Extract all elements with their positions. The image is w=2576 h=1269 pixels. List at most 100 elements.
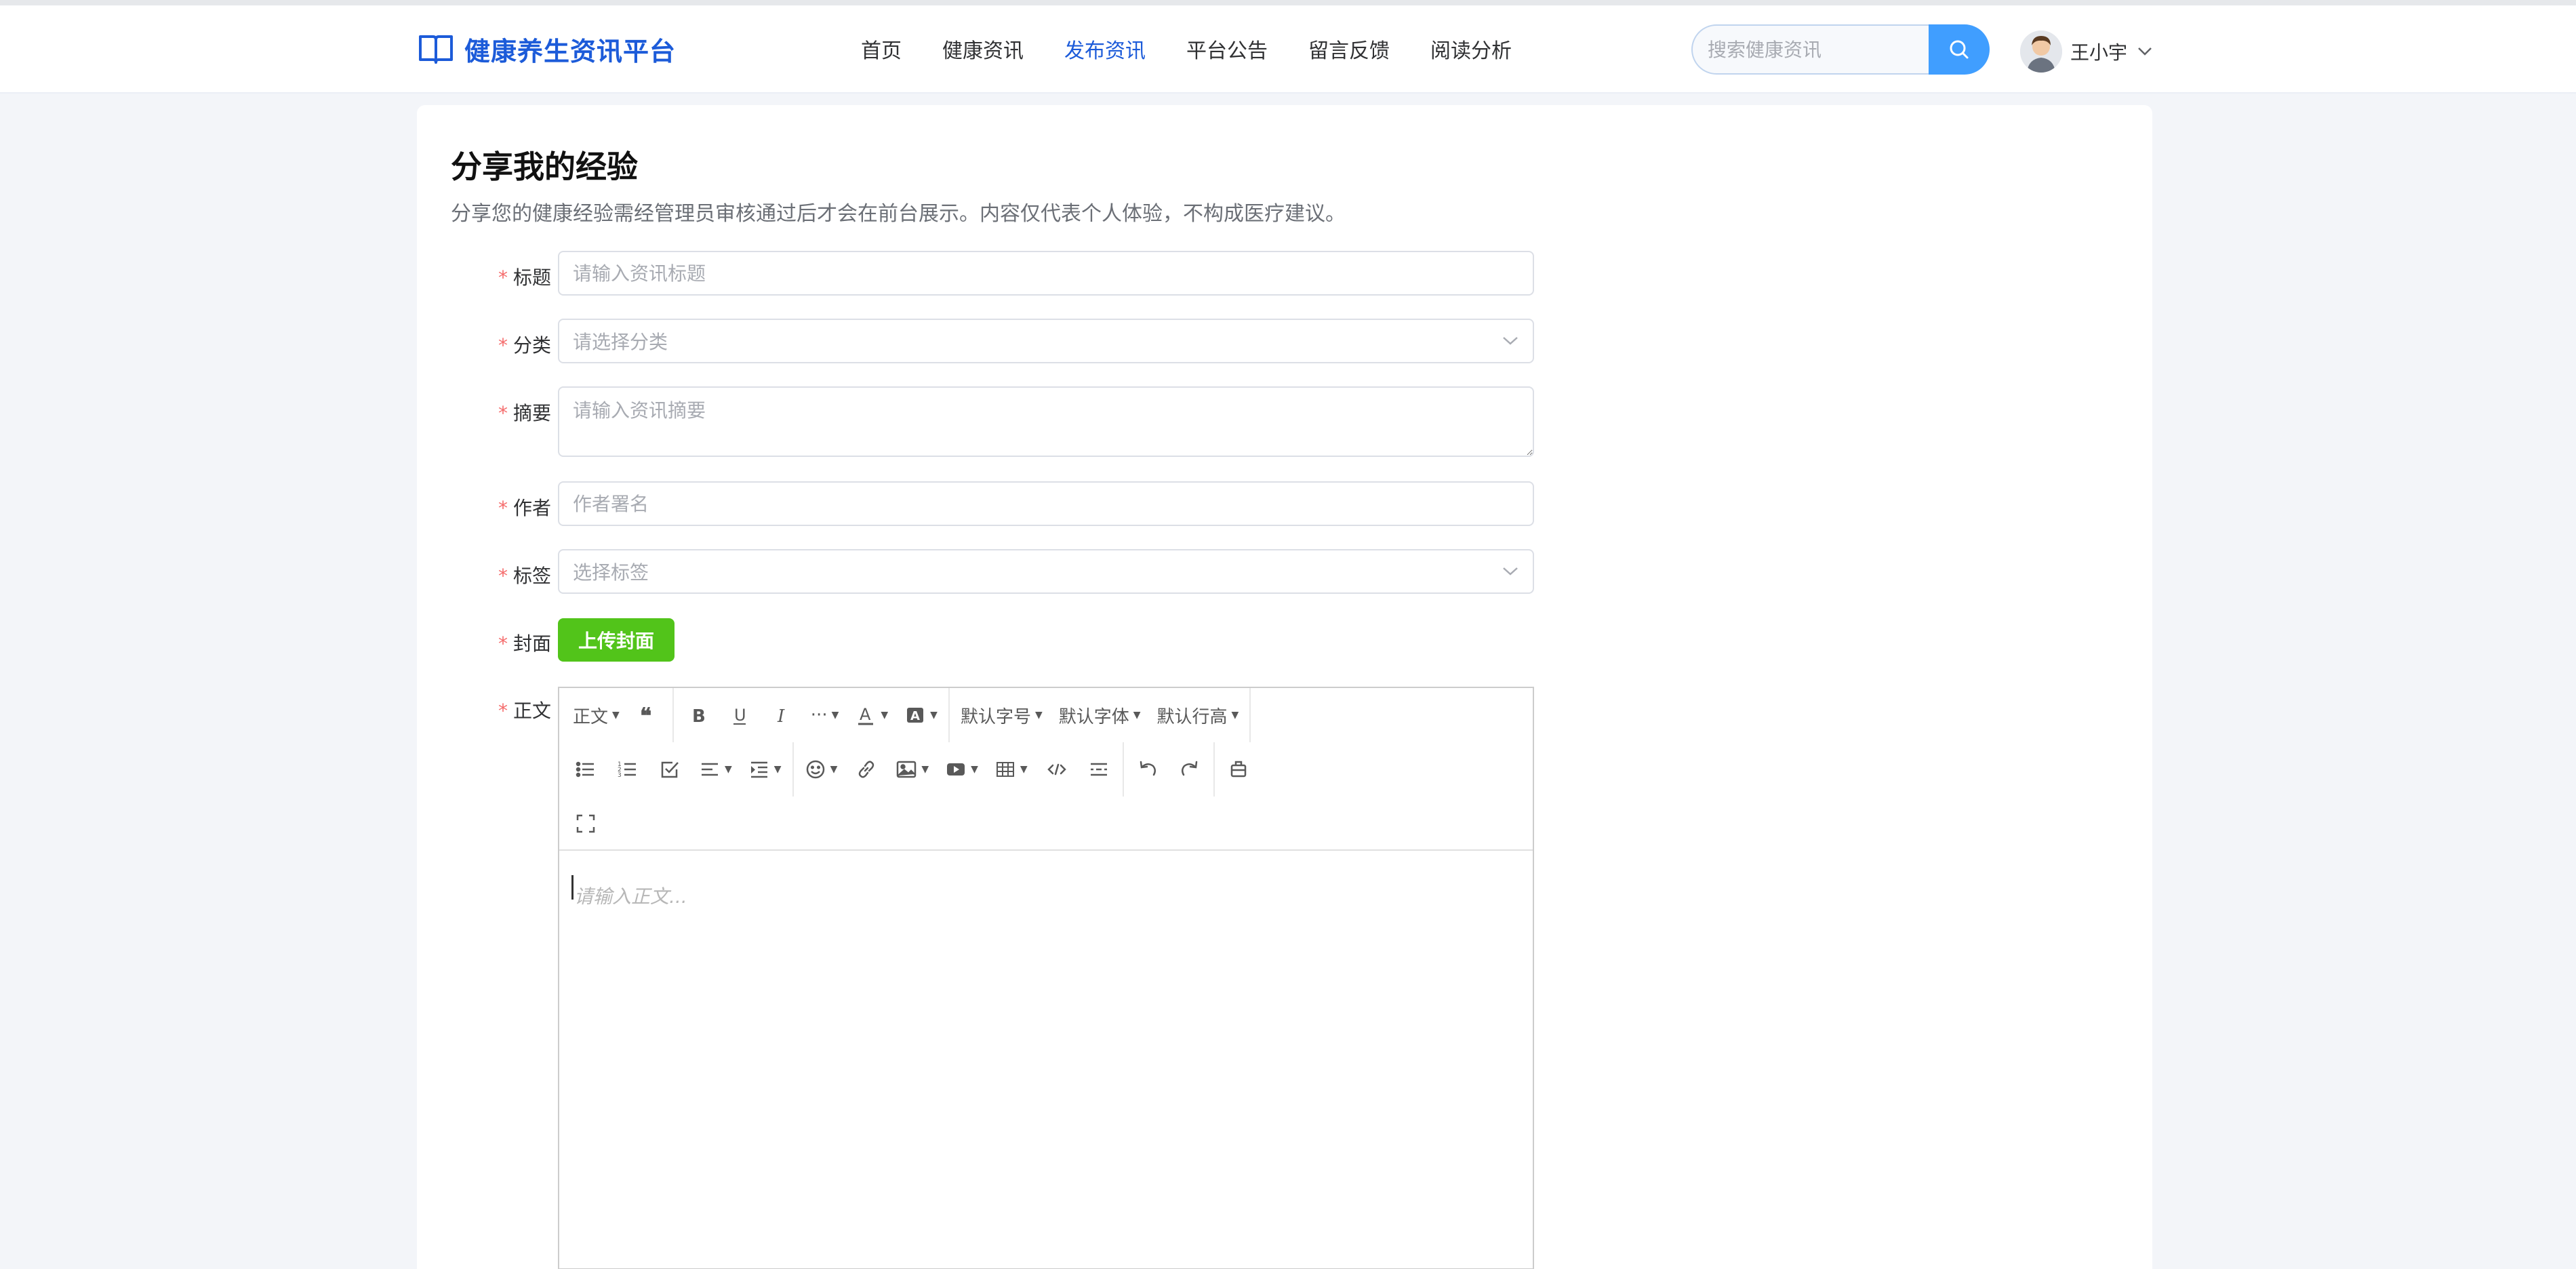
nav-publish[interactable]: 发布资讯	[1064, 35, 1146, 68]
redo-icon	[1181, 761, 1197, 776]
bold-button[interactable]: B	[677, 695, 719, 736]
background-color-button[interactable]: A ▼	[896, 695, 946, 736]
site-name: 健康养生资讯平台	[464, 36, 677, 66]
quote-icon: ❝	[640, 704, 651, 726]
divider-button[interactable]	[1078, 749, 1120, 790]
nav-home[interactable]: 首页	[861, 35, 902, 68]
upload-cover-button[interactable]: 上传封面	[558, 618, 675, 662]
required-star: *	[498, 700, 508, 722]
summary-textarea[interactable]	[558, 386, 1534, 457]
search-icon	[1950, 40, 1969, 59]
video-button[interactable]: ▼	[937, 749, 986, 790]
align-button[interactable]: ▼	[691, 749, 740, 790]
search-input[interactable]	[1691, 24, 1929, 75]
svg-text:U: U	[734, 706, 746, 725]
undo-button[interactable]	[1127, 749, 1169, 790]
image-button[interactable]: ▼	[887, 749, 937, 790]
clear-format-button[interactable]	[1217, 749, 1260, 790]
bulleted-list-icon	[576, 761, 594, 778]
numbered-list-icon: 123	[618, 761, 636, 779]
category-placeholder: 请选择分类	[573, 331, 668, 353]
svg-text:A: A	[910, 709, 920, 723]
site-logo[interactable]: 健康养生资讯平台	[418, 30, 676, 68]
table-icon	[996, 762, 1014, 777]
required-star: *	[498, 334, 508, 357]
toolbar-divider	[792, 742, 794, 797]
indent-button[interactable]: ▼	[740, 749, 790, 790]
more-styles-button[interactable]: ··· ▼	[803, 695, 847, 736]
blockquote-button[interactable]: ❝	[628, 695, 670, 736]
bold-icon: B	[692, 706, 706, 726]
highlight-icon: A	[907, 708, 924, 723]
fullscreen-icon	[576, 814, 595, 833]
required-star: *	[498, 402, 508, 424]
text-cursor	[571, 875, 573, 900]
horizontal-rule-icon	[1090, 763, 1107, 776]
book-icon	[419, 35, 453, 64]
emoji-button[interactable]: ▼	[797, 749, 846, 790]
bulleted-list-button[interactable]	[565, 749, 607, 790]
redo-button[interactable]	[1169, 749, 1211, 790]
nav-announcements[interactable]: 平台公告	[1186, 35, 1268, 68]
code-icon	[1047, 763, 1066, 776]
undo-icon	[1140, 761, 1156, 776]
italic-icon: I	[777, 706, 785, 726]
main-nav: 首页 健康资讯 发布资讯 平台公告 留言反馈 阅读分析	[861, 35, 1552, 68]
tags-select[interactable]: 选择标签	[558, 549, 1534, 594]
font-family-button[interactable]: 默认字体 ▼	[1051, 695, 1149, 736]
content-placeholder: 请输入正文...	[574, 885, 687, 908]
table-button[interactable]: ▼	[986, 749, 1036, 790]
tags-placeholder: 选择标签	[573, 561, 649, 584]
toolbar-row-2: 123 ▼ ▼ ▼ ▼ ▼ ▼	[565, 742, 1260, 797]
toolbar-divider	[948, 688, 950, 742]
author-input[interactable]	[558, 481, 1534, 526]
required-star: *	[498, 565, 508, 587]
search-bar	[1691, 24, 1990, 75]
user-avatar-icon	[2020, 31, 2062, 73]
publish-card: 分享我的经验 分享您的健康经验需经管理员审核通过后才会在前台展示。内容仅代表个人…	[417, 105, 2152, 1269]
category-label: * 分类	[498, 334, 551, 357]
required-star: *	[498, 497, 508, 519]
summary-label: * 摘要	[498, 402, 551, 424]
code-button[interactable]	[1036, 749, 1078, 790]
category-select[interactable]: 请选择分类	[558, 319, 1534, 363]
chevron-down-icon	[1503, 337, 1518, 345]
fullscreen-button[interactable]	[565, 803, 607, 844]
nav-reading-analysis[interactable]: 阅读分析	[1430, 35, 1512, 68]
user-menu[interactable]: 王小宇	[2020, 30, 2153, 73]
toolbar-divider	[1122, 742, 1124, 797]
line-height-button[interactable]: 默认行高 ▼	[1149, 695, 1247, 736]
italic-button[interactable]: I	[761, 695, 803, 736]
font-color-icon: A	[858, 705, 874, 725]
rich-text-editor: 正文 ▼ ❝ B U I ··· ▼ A ▼ A ▼ 默认字号 ▼ 默认字体 ▼…	[558, 687, 1534, 1269]
nav-health-news[interactable]: 健康资讯	[942, 35, 1024, 68]
underline-button[interactable]: U	[719, 695, 761, 736]
title-input[interactable]	[558, 251, 1534, 296]
title-label: * 标题	[498, 266, 551, 289]
tags-label: * 标签	[498, 565, 551, 587]
search-button[interactable]	[1929, 24, 1990, 75]
align-left-icon	[702, 763, 718, 776]
svg-text:❝: ❝	[640, 704, 651, 726]
content-label: * 正文	[498, 700, 551, 722]
font-size-button[interactable]: 默认字号 ▼	[952, 695, 1051, 736]
paragraph-style-button[interactable]: 正文 ▼	[565, 695, 628, 736]
svg-text:3: 3	[618, 772, 622, 779]
top-strip	[0, 0, 2576, 5]
checkbox-icon	[661, 761, 679, 778]
link-icon	[859, 761, 874, 778]
numbered-list-button[interactable]: 123	[607, 749, 649, 790]
top-header: 健康养生资讯平台 首页 健康资讯 发布资讯 平台公告 留言反馈 阅读分析 王小宇	[0, 5, 2576, 94]
editor-content-area[interactable]: 请输入正文...	[559, 851, 1533, 1269]
toolbar-row-1: 正文 ▼ ❝ B U I ··· ▼ A ▼ A ▼ 默认字号 ▼ 默认字体 ▼…	[565, 688, 1253, 742]
font-color-button[interactable]: A ▼	[847, 695, 896, 736]
svg-text:B: B	[692, 706, 706, 726]
link-button[interactable]	[845, 749, 887, 790]
nav-feedback[interactable]: 留言反馈	[1308, 35, 1390, 68]
todo-button[interactable]	[649, 749, 691, 790]
cover-label: * 封面	[498, 632, 551, 655]
chevron-down-icon	[1503, 567, 1518, 576]
video-icon	[947, 763, 965, 776]
editor-toolbar: 正文 ▼ ❝ B U I ··· ▼ A ▼ A ▼ 默认字号 ▼ 默认字体 ▼…	[559, 688, 1533, 851]
image-icon	[897, 761, 917, 778]
